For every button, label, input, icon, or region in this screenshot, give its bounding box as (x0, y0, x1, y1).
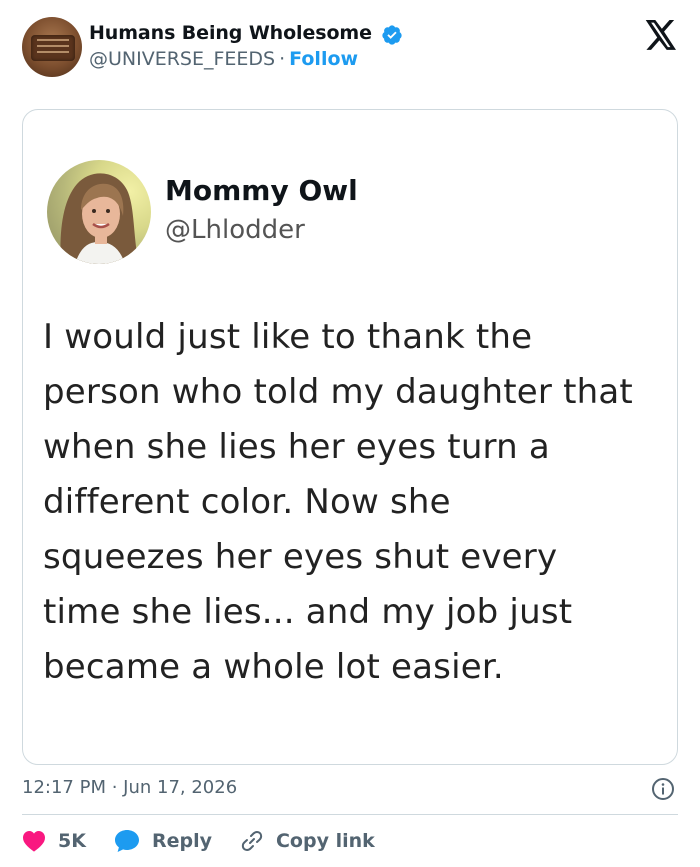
post-header: Humans Being Wholesome @UNIVERSE_FEEDS · F… (0, 0, 700, 100)
tweet-text-line: I would just like to thank the (43, 317, 533, 357)
tweet-text-line: time she lies... and my job just (43, 592, 573, 632)
embedded-tweet-image[interactable]: Mommy Owl @Lhlodder I would just like to… (22, 109, 678, 765)
info-icon[interactable] (651, 777, 675, 801)
footer-divider (22, 814, 678, 815)
portrait-photo-icon (60, 173, 139, 264)
link-icon (241, 831, 263, 851)
likes-count: 5K (58, 830, 86, 852)
account-avatar[interactable] (22, 17, 82, 77)
tweet-text-line: squeezes her eyes shut every (43, 537, 558, 577)
reply-button[interactable]: Reply (114, 829, 212, 853)
copy-link-button[interactable]: Copy link (240, 829, 375, 853)
heart-icon (23, 831, 45, 852)
like-button[interactable]: 5K (22, 830, 86, 852)
account-handle[interactable]: @UNIVERSE_FEEDS (89, 48, 275, 70)
copy-link-label: Copy link (275, 830, 375, 852)
x-logo-icon[interactable] (644, 20, 678, 50)
tweet-text-line: when she lies her eyes turn a (43, 427, 550, 467)
action-bar: 5K Reply Copy link (22, 826, 403, 856)
account-name[interactable]: Humans Being Wholesome (89, 22, 372, 44)
mommy-owl-avatar (47, 160, 151, 264)
quoted-author-handle: @Lhlodder (165, 215, 305, 245)
plaque-image (31, 35, 75, 61)
tweet-text-line: different color. Now she (43, 482, 451, 522)
separator-dot: · (279, 48, 286, 70)
tweet-text-line: person who told my daughter that (43, 372, 633, 412)
tweet-text-line: became a whole lot easier. (43, 647, 504, 687)
quoted-author-name: Mommy Owl (165, 174, 358, 207)
follow-button[interactable]: Follow (289, 48, 358, 70)
post-timestamp[interactable]: 12:17 PM · Jun 17, 2026 (22, 777, 237, 798)
speech-bubble-icon (114, 830, 139, 852)
reply-label: Reply (151, 830, 212, 852)
account-handle-row: @UNIVERSE_FEEDS · Follow (89, 48, 358, 70)
verified-badge-icon (382, 25, 402, 45)
quoted-tweet-text: I would just like to thank the person wh… (43, 310, 677, 695)
